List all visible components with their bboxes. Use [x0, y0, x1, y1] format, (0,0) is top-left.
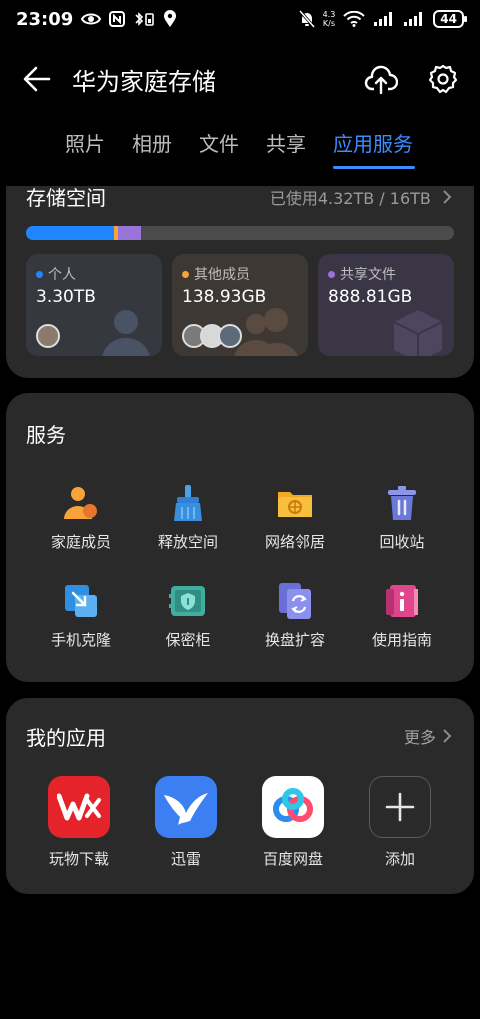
services-title: 服务	[26, 423, 66, 447]
app-label: 百度网盘	[262, 850, 323, 868]
tab-files[interactable]: 文件	[199, 128, 239, 157]
storage-used-text: 已使用4.32TB / 16TB	[269, 189, 431, 208]
guide-icon	[386, 585, 418, 617]
more-apps-link[interactable]: 更多	[404, 724, 452, 748]
wifi-icon	[343, 11, 366, 27]
service-label: 使用指南	[371, 631, 432, 649]
status-time: 23:09	[16, 8, 74, 30]
storage-others-value: 138.93GB	[182, 287, 267, 307]
chevron-right-icon	[443, 729, 452, 743]
personal-avatars	[36, 324, 60, 348]
chevron-right-icon	[443, 190, 452, 204]
mute-icon	[298, 10, 315, 28]
storage-personal-label: 个人	[48, 267, 76, 283]
service-label: 手机克隆	[50, 631, 111, 649]
storage-used-link[interactable]: 已使用4.32TB / 16TB	[270, 186, 452, 209]
cube-silhouette-icon	[393, 310, 443, 356]
others-dot	[182, 270, 189, 278]
bluetooth-battery-icon	[135, 12, 155, 26]
app-xunlei[interactable]: 迅雷	[136, 776, 236, 869]
app-header: 华为家庭存储	[0, 56, 480, 102]
app-label: 添加	[384, 850, 415, 868]
app-label: 迅雷	[170, 850, 201, 868]
family-silhouette-icon	[234, 308, 299, 356]
my-apps-title: 我的应用	[26, 726, 106, 750]
back-arrow-icon	[23, 66, 51, 92]
service-label: 保密柜	[165, 631, 211, 649]
nfc-icon	[109, 11, 126, 27]
app-add[interactable]: 添加	[350, 776, 450, 869]
my-apps-card: 我的应用 更多 玩物下载 迅雷 百度网盘 添加	[6, 698, 474, 894]
app-baidu-netdisk[interactable]: 百度网盘	[243, 776, 343, 869]
add-icon	[369, 776, 431, 838]
more-label: 更多	[403, 728, 436, 747]
storage-title: 存储空间	[26, 186, 106, 210]
eye-icon	[81, 13, 102, 25]
service-recycle-bin[interactable]: 回收站	[347, 483, 457, 552]
service-label: 换盘扩容	[264, 631, 325, 649]
service-safe[interactable]: 保密柜	[133, 581, 243, 650]
app-label: 玩物下载	[48, 850, 109, 868]
storage-shared-card[interactable]: 共享文件 888.81GB	[318, 254, 454, 356]
personal-dot	[36, 270, 43, 278]
safe-icon	[169, 586, 205, 616]
family-members-icon	[64, 487, 97, 519]
tab-shared[interactable]: 共享	[266, 128, 306, 157]
baidu-netdisk-icon	[262, 776, 324, 838]
others-avatars	[182, 324, 242, 348]
storage-bar-personal	[26, 226, 115, 240]
tab-photos[interactable]: 照片	[65, 128, 105, 157]
avatar	[218, 324, 242, 348]
signal-icon	[374, 12, 393, 26]
wanwu-download-icon	[48, 776, 110, 838]
battery-indicator: 44	[433, 10, 467, 28]
service-free-space[interactable]: 释放空间	[133, 483, 243, 552]
back-button[interactable]	[20, 62, 54, 96]
storage-bar-shared	[117, 226, 142, 240]
cloud-upload-icon	[364, 65, 398, 95]
app-wanwu-download[interactable]: 玩物下载	[29, 776, 129, 869]
avatar	[36, 324, 60, 348]
active-tab-indicator	[333, 166, 415, 169]
trash-icon	[388, 486, 416, 520]
xunlei-icon	[155, 776, 217, 838]
storage-others-label: 其他成员	[194, 267, 250, 283]
tab-bar: 照片 相册 文件 共享 应用服务	[0, 128, 480, 172]
storage-others-card[interactable]: 其他成员 138.93GB	[172, 254, 308, 356]
services-card: 服务 家庭成员 释放空间 网络邻居 回收站 手机克隆 保密柜 换盘扩容 使用指南	[6, 393, 474, 682]
broom-icon	[174, 485, 202, 521]
service-label: 家庭成员	[50, 533, 111, 551]
service-phone-clone[interactable]: 手机克隆	[26, 581, 136, 650]
service-label: 网络邻居	[264, 533, 325, 551]
page-title: 华为家庭存储	[72, 68, 216, 96]
shared-dot	[328, 270, 335, 278]
storage-shared-value: 888.81GB	[328, 287, 413, 307]
storage-personal-value: 3.30TB	[36, 287, 96, 307]
service-label: 回收站	[379, 533, 425, 551]
storage-shared-label: 共享文件	[340, 267, 396, 283]
storage-usage-bar	[26, 226, 454, 240]
location-icon	[164, 10, 177, 27]
phone-clone-icon	[65, 585, 97, 617]
service-label: 释放空间	[157, 533, 218, 551]
status-bar: 23:09 4.3 K/s 44	[0, 0, 480, 38]
gear-icon	[428, 64, 458, 94]
person-silhouette-icon	[102, 310, 150, 356]
cloud-upload-button[interactable]	[364, 62, 398, 96]
service-family-members[interactable]: 家庭成员	[26, 483, 136, 552]
storage-personal-card[interactable]: 个人 3.30TB	[26, 254, 162, 356]
signal-icon	[404, 12, 423, 26]
settings-button[interactable]	[426, 62, 460, 96]
tab-albums[interactable]: 相册	[132, 128, 172, 157]
network-speed: 4.3 K/s	[322, 10, 336, 28]
network-folder-icon	[278, 492, 312, 517]
storage-card[interactable]: 存储空间 已使用4.32TB / 16TB 个人 3.30TB 其他成员 138…	[6, 186, 474, 378]
tab-app-services[interactable]: 应用服务	[333, 128, 413, 157]
service-disk-swap[interactable]: 换盘扩容	[240, 581, 350, 650]
disk-swap-icon	[279, 583, 311, 619]
service-network-neighbor[interactable]: 网络邻居	[240, 483, 350, 552]
service-user-guide[interactable]: 使用指南	[347, 581, 457, 650]
